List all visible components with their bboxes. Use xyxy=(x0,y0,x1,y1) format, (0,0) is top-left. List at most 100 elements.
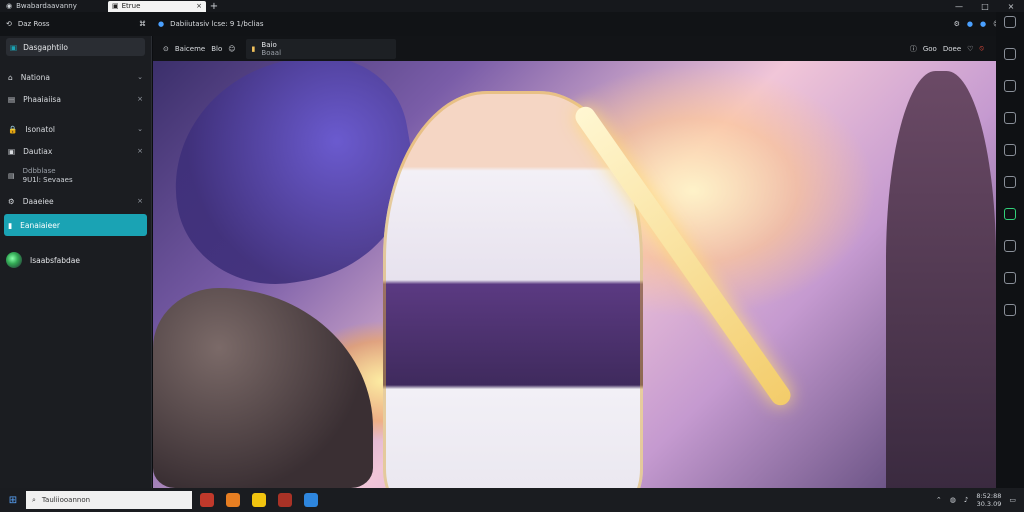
system-tray: ⌃ ◍ ♪ 8:52:88 30.3.09 ▭ xyxy=(936,492,1024,508)
browser-icon[interactable]: ● xyxy=(980,20,986,28)
close-small-icon: × xyxy=(137,95,143,103)
toolbar-left: ⟲ Daz Ross ⌘ xyxy=(0,20,152,28)
toolbar: ⟲ Daz Ross ⌘ ● Dabiiutasiv lcse: 9 1/bcl… xyxy=(0,12,1024,36)
gamepad-icon[interactable]: ⌘ xyxy=(139,20,146,28)
site-icon: ● xyxy=(158,20,165,28)
address-text: Dabiiutasiv lcse: 9 1/bclias xyxy=(170,20,264,28)
sidebar-header-label: Dasgaphtilo xyxy=(23,42,68,52)
search-icon: ⌕ xyxy=(32,495,36,504)
list-icon: ▤ xyxy=(8,94,16,104)
app-window: ◉ Bwabardaavanny ▣ Etrue × + — □ × ⟲ Daz… xyxy=(0,0,1024,512)
artwork-rock xyxy=(153,288,373,488)
rail-icon-6[interactable] xyxy=(1004,176,1016,188)
folder-icon: ▣ xyxy=(8,146,16,156)
sidebar-item-line2: 9U1l: Sevaaes xyxy=(22,176,73,184)
back-icon[interactable]: ⟲ xyxy=(6,20,12,28)
clock-icon[interactable]: ⊙ xyxy=(163,45,169,53)
address-bar[interactable]: ● Dabiiutasiv lcse: 9 1/bclias xyxy=(152,20,270,28)
edge-icon[interactable]: ● xyxy=(967,20,973,28)
rail-icon-7[interactable] xyxy=(1004,208,1016,220)
content-header-right: ⓘ Goo Doee ♡ ⦸ xyxy=(910,44,996,54)
app-icon-1[interactable] xyxy=(200,493,214,507)
content-header-card-text: Baio Boaal xyxy=(261,41,281,57)
rail-icon-3[interactable] xyxy=(1004,80,1016,92)
browser-tab[interactable]: ▣ Etrue × xyxy=(108,0,206,12)
rail-icon-5[interactable] xyxy=(1004,144,1016,156)
app-logo-icon: ▣ xyxy=(10,42,18,52)
rail-icon-4[interactable] xyxy=(1004,112,1016,124)
clock-date: 30.3.09 xyxy=(976,500,1002,508)
content-header-label: Baiceme xyxy=(174,44,206,53)
sidebar: ▣ Dasgaphtilo ⌂ Nationa ⌄ ▤ Phaaiaiisa ×… xyxy=(0,36,152,488)
clock[interactable]: 8:52:88 30.3.09 xyxy=(976,492,1001,508)
sidebar-profile[interactable]: Isaabsfabdae xyxy=(0,246,151,274)
close-small-icon: × xyxy=(137,147,143,155)
start-button[interactable]: ⊞ xyxy=(0,495,26,506)
chat-icon[interactable]: ☺ xyxy=(228,45,235,53)
rail-icon-9[interactable] xyxy=(1004,272,1016,284)
maximize-button[interactable]: □ xyxy=(972,2,998,11)
sidebar-item-label: Eanaiaieer xyxy=(20,220,60,230)
tab-close-icon[interactable]: × xyxy=(196,2,202,10)
toolbar-label: Daz Ross xyxy=(17,20,50,28)
sidebar-item-line1: Ddbblase xyxy=(22,167,56,175)
chevron-down-icon: ⌄ xyxy=(137,73,143,81)
notification-icon[interactable]: ▭ xyxy=(1009,496,1016,504)
card-line2: Boaal xyxy=(261,48,282,57)
lock-icon: 🔒 xyxy=(8,124,18,134)
app-title: ◉ Bwabardaavanny xyxy=(0,0,108,12)
settings-icon: ⚙ xyxy=(8,196,15,206)
sidebar-item-ddbblase[interactable]: ▤ Ddbblase 9U1l: Sevaaes xyxy=(0,162,151,190)
info-icon[interactable]: ⓘ xyxy=(910,44,917,54)
sidebar-item-eanaiaieer[interactable]: ▮ Eanaiaieer xyxy=(4,214,147,236)
sidebar-item-label: Isonatol xyxy=(25,124,56,134)
minimize-button[interactable]: — xyxy=(946,2,972,11)
settings-icon[interactable]: ⚙ xyxy=(954,20,960,28)
close-icon[interactable]: ⦸ xyxy=(979,44,984,53)
document-icon: ▤ xyxy=(8,172,15,180)
rail-icon-1[interactable] xyxy=(1004,16,1016,28)
window-controls: — □ × xyxy=(946,2,1024,11)
taskbar-search[interactable]: ⌕ Tauliiooannon xyxy=(26,491,192,509)
tab-title: Etrue xyxy=(121,2,141,10)
app-icon: ◉ xyxy=(6,2,13,10)
clock-time: 8:52:88 xyxy=(976,492,1002,500)
chevron-down-icon: ⌄ xyxy=(137,125,143,133)
app-icon-2[interactable] xyxy=(226,493,240,507)
rail-icon-10[interactable] xyxy=(1004,304,1016,316)
sidebar-item-lines: Ddbblase 9U1l: Sevaaes xyxy=(23,167,73,185)
sidebar-item-daaeiee[interactable]: ⚙ Daaeiee × xyxy=(0,190,151,212)
new-tab-button[interactable]: + xyxy=(206,1,222,12)
content-header: ⊙ Baiceme Blo ☺ ▮ Baio Boaal ⓘ Goo Doee … xyxy=(153,36,996,61)
app-icon-5[interactable] xyxy=(304,493,318,507)
rail-icon-8[interactable] xyxy=(1004,240,1016,252)
tray-up-icon[interactable]: ⌃ xyxy=(936,496,942,504)
home-icon: ⌂ xyxy=(8,72,13,82)
content-header-card[interactable]: ▮ Baio Boaal xyxy=(245,38,396,59)
network-icon[interactable]: ◍ xyxy=(950,496,956,504)
right-rail xyxy=(996,12,1024,488)
sidebar-item-dautiax[interactable]: ▣ Dautiax × xyxy=(0,140,151,162)
avatar xyxy=(6,252,22,268)
sidebar-header[interactable]: ▣ Dasgaphtilo xyxy=(6,38,145,56)
sidebar-item-label: Phaaiaiisa xyxy=(23,94,61,104)
bookmark-icon: ▮ xyxy=(8,220,13,230)
heart-icon[interactable]: ♡ xyxy=(967,45,973,53)
rail-icon-2[interactable] xyxy=(1004,48,1016,60)
sidebar-item-nationa[interactable]: ⌂ Nationa ⌄ xyxy=(0,66,151,88)
taskbar-search-text: Tauliiooannon xyxy=(41,496,91,504)
app-icon-4[interactable] xyxy=(278,493,292,507)
taskbar-apps xyxy=(200,493,318,507)
taskbar: ⊞ ⌕ Tauliiooannon ⌃ ◍ ♪ 8:52:88 30.3.09 … xyxy=(0,488,1024,512)
volume-icon[interactable]: ♪ xyxy=(964,496,968,504)
artwork-tower xyxy=(886,71,996,488)
app-icon-3[interactable] xyxy=(252,493,266,507)
tab-favicon-icon: ▣ xyxy=(112,2,119,10)
card-line1: Baio xyxy=(261,40,277,49)
game-thumbnail-icon: ▮ xyxy=(251,44,256,53)
sidebar-item-isonatol[interactable]: 🔒 Isonatol ⌄ xyxy=(0,118,151,140)
profile-name: Isaabsfabdae xyxy=(30,255,80,265)
header-right-2: Doee xyxy=(942,44,962,53)
sidebar-item-phaaiaiisa[interactable]: ▤ Phaaiaiisa × xyxy=(0,88,151,110)
close-button[interactable]: × xyxy=(998,2,1024,11)
